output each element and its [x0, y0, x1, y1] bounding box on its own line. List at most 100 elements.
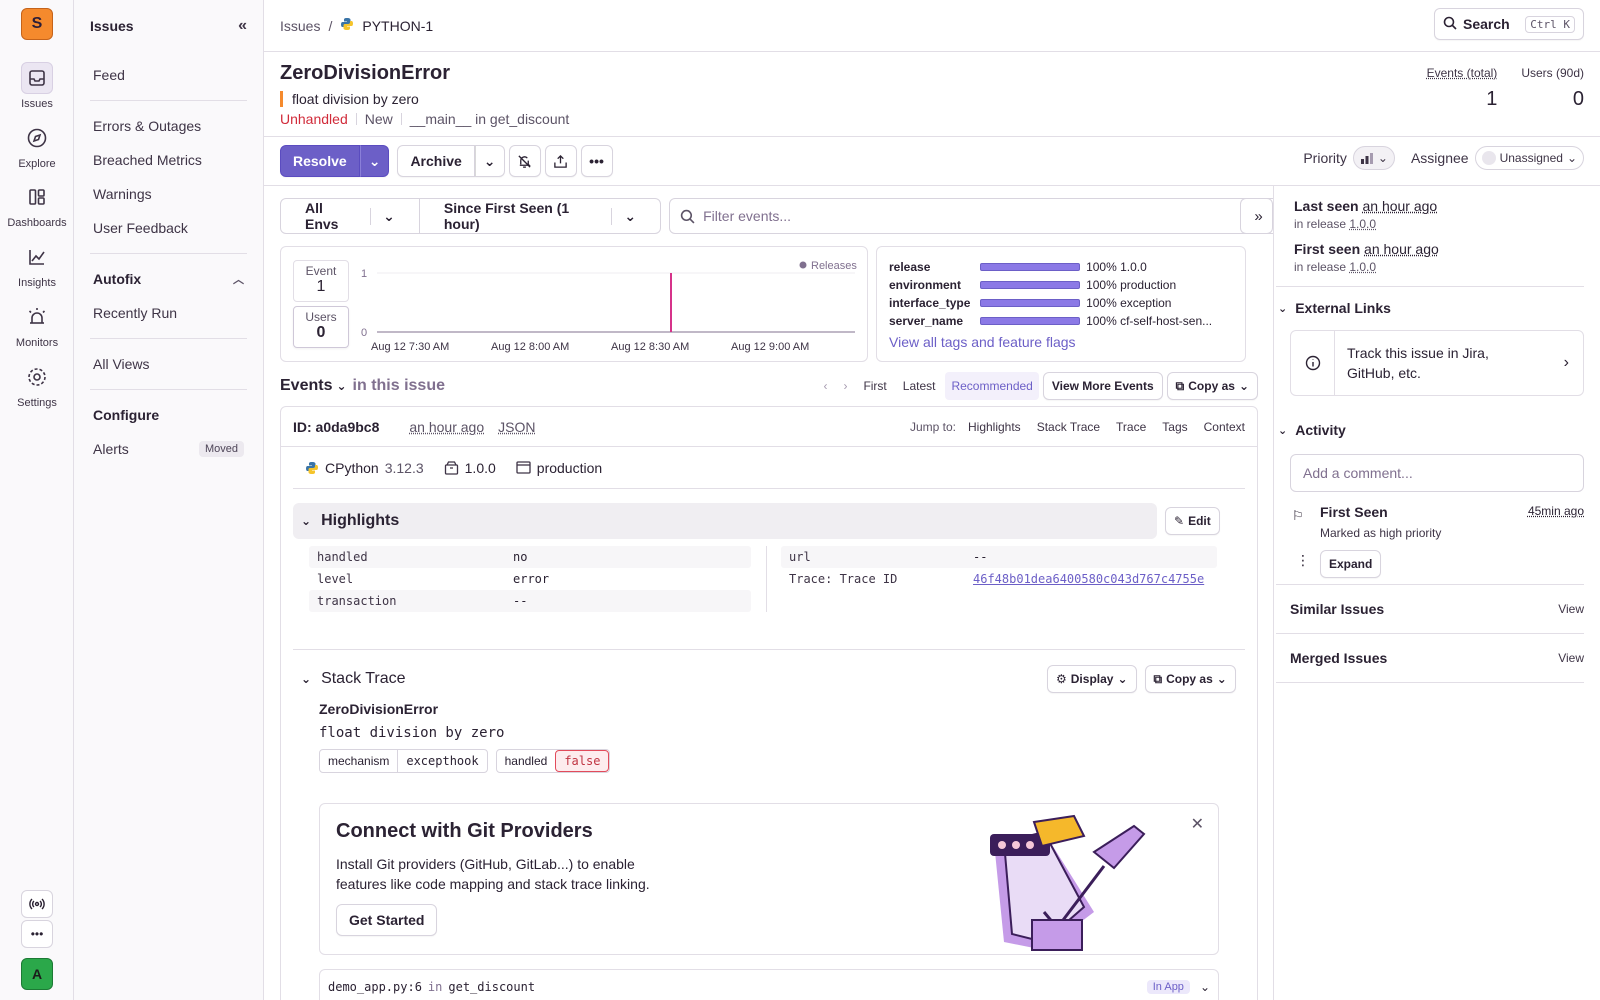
assignee-select[interactable]: Unassigned ⌄: [1474, 146, 1584, 170]
priority-label: Priority: [1303, 150, 1347, 166]
users-count-toggle[interactable]: Users 0: [293, 306, 349, 348]
chevron-down-icon[interactable]: ⌄: [1200, 980, 1210, 994]
subnav-item-recently-run[interactable]: Recently Run: [74, 296, 263, 330]
broadcast-icon[interactable]: [21, 890, 53, 918]
subnav-item-warnings[interactable]: Warnings: [74, 177, 263, 211]
trace-id-link[interactable]: 46f48b01dea6400580c043d767c4755e: [973, 572, 1204, 586]
share-button[interactable]: [544, 145, 577, 177]
jump-context[interactable]: Context: [1204, 420, 1245, 434]
activity-header[interactable]: ⌄ Activity: [1278, 422, 1584, 438]
subnav-item-feedback[interactable]: User Feedback: [74, 211, 263, 245]
similar-view-link[interactable]: View: [1558, 602, 1584, 616]
subnav-item-breached[interactable]: Breached Metrics: [74, 143, 263, 177]
subnav-item-label: All Views: [93, 356, 150, 372]
events-stat[interactable]: Events (total) 1: [1427, 66, 1498, 111]
sidebar-toggle-button[interactable]: »: [1240, 198, 1273, 234]
tag-row[interactable]: server_name 100% cf-self-host-sen...: [889, 312, 1233, 330]
date-range-select[interactable]: Since First Seen (1 hour) ⌄: [418, 199, 660, 233]
event-id[interactable]: ID: a0da9bc8: [293, 419, 379, 435]
subnav-item-all-views[interactable]: All Views: [74, 347, 263, 381]
subnav-group-autofix[interactable]: Autofix ︿: [74, 262, 263, 296]
resolve-dropdown[interactable]: ⌄: [359, 145, 390, 177]
view-all-tags-link[interactable]: View all tags and feature flags: [889, 334, 1233, 350]
jump-trace[interactable]: Trace: [1116, 420, 1146, 434]
copy-as-button[interactable]: ⧉ Copy as ⌄: [1166, 372, 1258, 400]
next-event-button[interactable]: ›: [837, 372, 853, 400]
wrench-robot-illustration: [990, 814, 1146, 951]
resolve-button[interactable]: Resolve: [280, 145, 360, 177]
prev-event-button[interactable]: ‹: [817, 372, 833, 400]
tag-row[interactable]: release 100% 1.0.0: [889, 258, 1233, 276]
users-stat[interactable]: Users (90d) 0: [1521, 66, 1584, 111]
nav-settings[interactable]: Settings: [0, 361, 74, 409]
more-actions-button[interactable]: •••: [580, 145, 613, 177]
event-id-bar: ID: a0da9bc8 an hour ago JSON Jump to: H…: [281, 407, 1257, 447]
jira-link-card[interactable]: Track this issue in Jira, GitHub, etc. ›: [1290, 330, 1584, 396]
stack-trace-title: Stack Trace: [321, 670, 406, 687]
jump-stack-trace[interactable]: Stack Trace: [1037, 420, 1100, 434]
runtime-name: CPython: [325, 459, 379, 476]
filter-events-input[interactable]: Filter events...: [669, 198, 1273, 234]
events-dropdown[interactable]: Events ⌄: [280, 377, 347, 395]
release-link[interactable]: 1.0.0: [1349, 260, 1376, 274]
user-avatar[interactable]: A: [21, 958, 53, 990]
banner-body: Install Git providers (GitHub, GitLab...…: [336, 854, 650, 894]
environment-select[interactable]: All Envs ⌄: [281, 199, 419, 233]
json-link[interactable]: JSON: [498, 419, 535, 435]
merged-view-link[interactable]: View: [1558, 651, 1584, 665]
org-avatar[interactable]: S: [21, 8, 53, 40]
merged-issues-row[interactable]: Merged Issues View: [1290, 634, 1584, 682]
event-count-toggle[interactable]: Event 1: [293, 260, 349, 302]
nav-insights[interactable]: Insights: [0, 241, 74, 289]
close-icon[interactable]: ✕: [1191, 814, 1204, 834]
edit-highlights-button[interactable]: ✎ Edit: [1165, 507, 1220, 535]
search-button[interactable]: Search Ctrl K: [1434, 8, 1584, 40]
highlight-row: handled no: [309, 546, 751, 568]
divider: [90, 389, 247, 390]
jump-highlights[interactable]: Highlights: [968, 420, 1021, 434]
first-event-button[interactable]: First: [857, 372, 892, 400]
nav-monitors[interactable]: Monitors: [0, 301, 74, 349]
release-badge[interactable]: 1.0.0: [444, 460, 496, 476]
issue-main: All Envs ⌄ Since First Seen (1 hour) ⌄ Fil…: [264, 186, 1274, 1000]
primary-nav: S Issues Explore Dashboards Insights Mon…: [0, 0, 74, 1000]
archive-button[interactable]: Archive: [397, 145, 475, 177]
highlights-title: Highlights: [321, 512, 400, 529]
external-links-header[interactable]: ⌄ External Links: [1278, 300, 1584, 316]
collapse-icon[interactable]: «: [238, 17, 247, 35]
stack-frame[interactable]: demo_app.py:6 in get_discount In App ⌄: [319, 969, 1219, 1000]
view-more-events-button[interactable]: View More Events: [1042, 372, 1163, 400]
handled-value: false: [555, 750, 610, 772]
display-button[interactable]: ⚙ Display ⌄: [1047, 665, 1137, 693]
breadcrumb-issues[interactable]: Issues: [280, 18, 320, 34]
runtime-badge[interactable]: CPython 3.12.3: [305, 460, 424, 476]
nav-dashboards[interactable]: Dashboards: [0, 181, 74, 229]
comment-input[interactable]: Add a comment...: [1290, 454, 1584, 492]
latest-event-button[interactable]: Latest: [897, 372, 942, 400]
priority-select[interactable]: ⌄: [1352, 146, 1395, 170]
jump-tags[interactable]: Tags: [1162, 420, 1187, 434]
expand-button[interactable]: Expand: [1320, 550, 1382, 578]
environment-badge[interactable]: production: [516, 460, 602, 476]
nav-explore[interactable]: Explore: [0, 122, 74, 170]
archive-dropdown[interactable]: ⌄: [474, 145, 505, 177]
tag-key: environment: [889, 278, 962, 292]
subnav-item-feed[interactable]: Feed: [74, 58, 263, 92]
similar-issues-row[interactable]: Similar Issues View: [1290, 585, 1584, 633]
first-seen-value: an hour ago: [1364, 241, 1439, 257]
tag-row[interactable]: environment 100% production: [889, 276, 1233, 294]
subnav-item-errors[interactable]: Errors & Outages: [74, 109, 263, 143]
recommended-event-button[interactable]: Recommended: [945, 372, 1039, 400]
mute-button[interactable]: [508, 145, 541, 177]
nav-label: Dashboards: [7, 217, 67, 229]
more-icon[interactable]: •••: [21, 920, 53, 948]
release-link[interactable]: 1.0.0: [1349, 217, 1376, 231]
subnav-item-alerts[interactable]: Alerts Moved: [74, 432, 263, 466]
get-started-button[interactable]: Get Started: [336, 904, 438, 936]
stack-trace-header[interactable]: ⌄ Stack Trace: [293, 661, 406, 697]
tag-row[interactable]: interface_type 100% exception: [889, 294, 1233, 312]
copy-as-button[interactable]: ⧉ Copy as ⌄: [1144, 665, 1236, 693]
highlights-header[interactable]: ⌄ Highlights: [293, 503, 1157, 539]
nav-issues[interactable]: Issues: [0, 62, 74, 110]
vertical-ellipsis-icon[interactable]: ⋮: [1296, 552, 1310, 569]
